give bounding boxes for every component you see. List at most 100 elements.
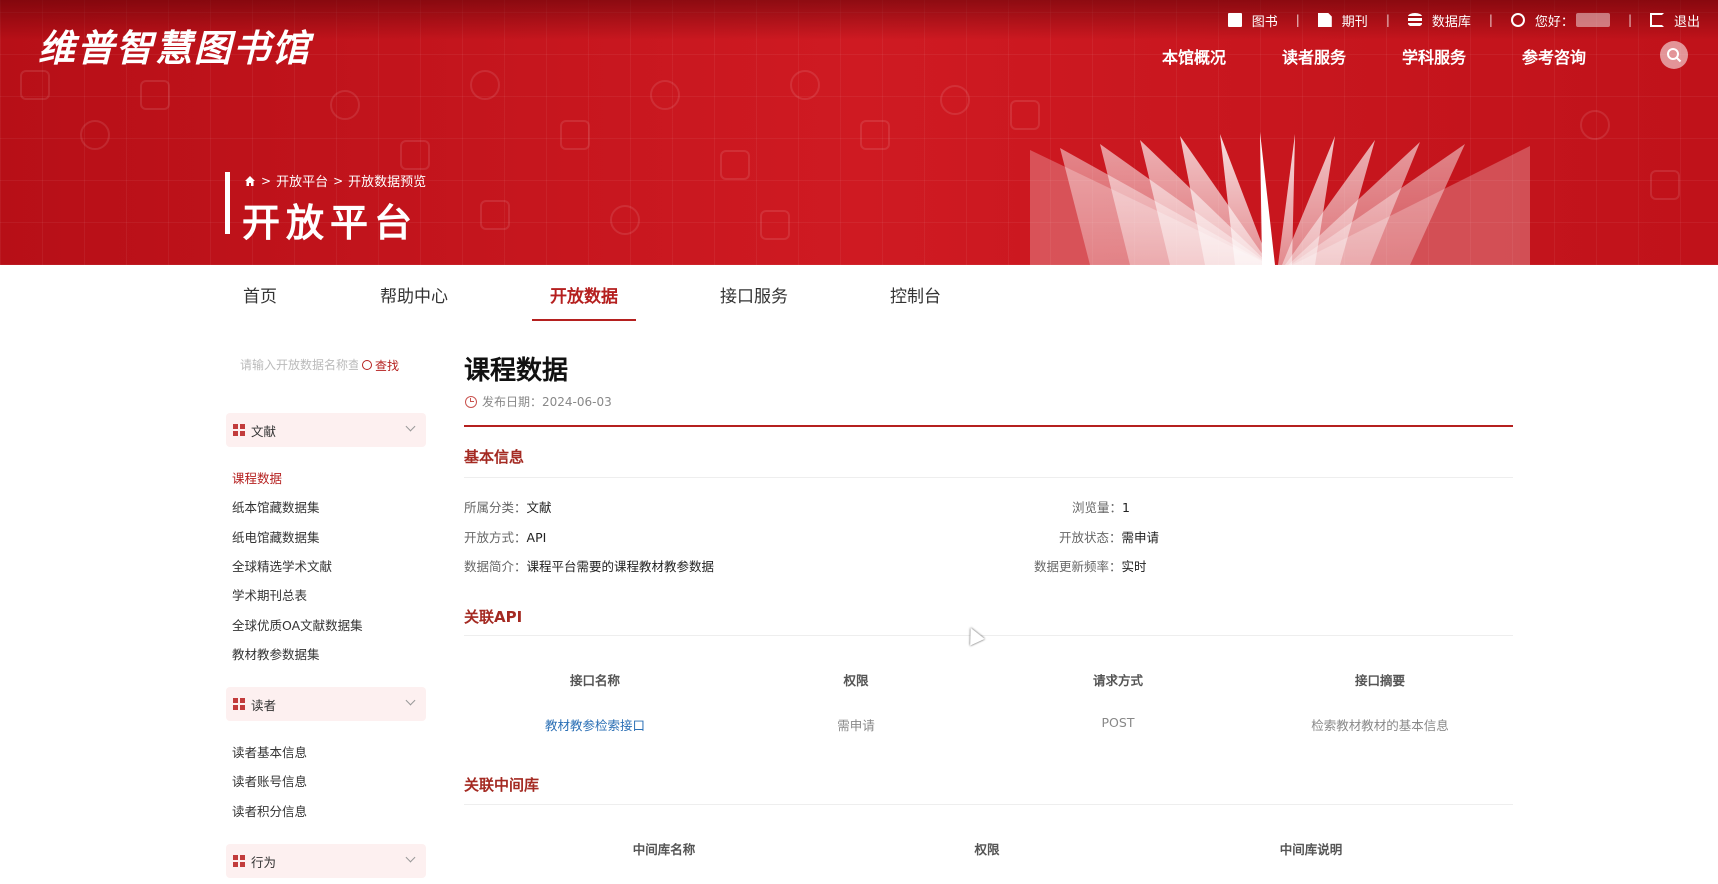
logout-label: 退出 [1673, 14, 1700, 30]
middleware-column-permission: 权限 [974, 842, 1000, 857]
sidebar-item-print-electronic-holdings[interactable]: 纸电馆藏数据集 [232, 527, 320, 546]
nav-reader-services[interactable]: 读者服务 [1282, 44, 1346, 68]
breadcrumb-open-platform[interactable]: 开放平台 [276, 171, 328, 190]
grid-icon [233, 698, 245, 710]
header-banner: 维普智慧图书馆 图书 | 期刊 | 数据库 | 您好： | 退出 本馆概况 读者… [0, 0, 1718, 265]
sidebar-item-reader-points[interactable]: 读者积分信息 [232, 801, 307, 820]
pattern-tile [330, 90, 360, 120]
tab-help-center[interactable]: 帮助中心 [380, 282, 448, 307]
field-value: 1 [1122, 500, 1130, 515]
pattern-tile [560, 120, 590, 150]
category-readers[interactable]: 读者 [226, 687, 426, 721]
journal-icon [1317, 13, 1332, 27]
sidebar-item-textbook-dataset[interactable]: 教材教参数据集 [232, 644, 320, 663]
divider: | [1488, 13, 1493, 27]
chevron-right-icon: > [261, 173, 272, 188]
field-label: 开放状态： [1059, 530, 1122, 545]
tab-open-data[interactable]: 开放数据 [550, 282, 618, 307]
section-divider [464, 804, 1513, 805]
pattern-tile [860, 120, 890, 150]
grid-icon [233, 424, 245, 436]
topbar-journals-label: 期刊 [1341, 14, 1368, 30]
category-behavior[interactable]: 行为 [226, 844, 426, 878]
sidebar-item-oa-dataset[interactable]: 全球优质OA文献数据集 [232, 615, 363, 634]
publish-date-value: 2024-06-03 [542, 394, 612, 409]
chevron-right-icon: > [333, 173, 344, 188]
topbar-user[interactable]: 您好： [1510, 11, 1610, 30]
field-update-frequency: 数据更新频率：实时 [1034, 556, 1147, 575]
pattern-tile [1010, 100, 1040, 130]
tab-home[interactable]: 首页 [243, 282, 277, 307]
greeting-label: 您好： [1534, 14, 1574, 30]
database-icon [1407, 13, 1422, 27]
api-column-method: 请求方式 [1092, 673, 1144, 688]
dataset-search-button[interactable]: 查找 [362, 357, 399, 374]
tab-api-services[interactable]: 接口服务 [720, 282, 788, 307]
category-label: 行为 [251, 854, 277, 870]
active-tab-indicator [532, 319, 636, 321]
sidebar-item-reader-basic[interactable]: 读者基本信息 [232, 742, 307, 761]
sidebar-item-print-holdings[interactable]: 纸本馆藏数据集 [232, 497, 320, 516]
sub-navigation: 首页 帮助中心 开放数据 接口服务 控制台 [0, 265, 1718, 323]
pattern-tile [140, 80, 170, 110]
section-title-related-api: 关联API [464, 608, 523, 626]
home-icon[interactable] [244, 175, 256, 187]
search-button-label: 查找 [375, 358, 400, 373]
clock-icon [465, 395, 477, 408]
pattern-tile [650, 80, 680, 110]
api-method: POST [1101, 715, 1135, 730]
heading-accent-bar [225, 172, 230, 234]
field-label: 开放方式： [464, 530, 527, 545]
global-search-button[interactable] [1660, 41, 1688, 69]
field-value: 需申请 [1121, 530, 1160, 545]
pattern-tile [400, 140, 430, 170]
book-icon [1227, 13, 1242, 27]
topbar-journals[interactable]: 期刊 [1317, 11, 1368, 30]
category-literature[interactable]: 文献 [226, 413, 426, 447]
nav-reference-consulting[interactable]: 参考咨询 [1522, 44, 1586, 68]
breadcrumb-current: 开放数据预览 [348, 175, 427, 190]
section-divider [464, 635, 1513, 636]
section-title-basic-info: 基本信息 [464, 448, 525, 466]
api-name-link[interactable]: 教材教参检索接口 [545, 715, 645, 734]
field-open-status: 开放状态：需申请 [1059, 527, 1159, 546]
field-category: 所属分类：文献 [464, 497, 552, 516]
sidebar-item-journal-list[interactable]: 学术期刊总表 [232, 585, 307, 604]
pattern-tile [720, 150, 750, 180]
mouse-cursor [963, 624, 985, 646]
user-icon [1510, 13, 1525, 27]
dataset-search-input[interactable] [226, 358, 358, 372]
divider: | [1385, 13, 1390, 27]
logout-icon [1649, 13, 1664, 27]
logout-button[interactable]: 退出 [1649, 11, 1700, 30]
field-value: 文献 [526, 500, 552, 515]
topbar-databases[interactable]: 数据库 [1407, 11, 1471, 30]
pattern-tile [20, 70, 50, 100]
pattern-tile [480, 200, 510, 230]
category-label: 文献 [251, 423, 277, 439]
category-label: 读者 [251, 697, 277, 713]
nav-subject-services[interactable]: 学科服务 [1402, 44, 1466, 68]
topbar-books[interactable]: 图书 [1227, 11, 1278, 30]
title-divider [464, 425, 1513, 427]
api-column-summary: 接口摘要 [1354, 673, 1406, 688]
field-label: 数据简介： [464, 559, 527, 574]
field-value: 课程平台需要的课程教材教参数据 [526, 559, 715, 574]
main-navigation: 本馆概况 读者服务 学科服务 参考咨询 [1106, 44, 1586, 68]
pattern-tile [1580, 110, 1610, 140]
field-open-mode: 开放方式：API [464, 527, 546, 546]
pattern-tile [1650, 170, 1680, 200]
publish-date-label: 发布日期： [482, 395, 543, 409]
tab-console[interactable]: 控制台 [890, 282, 941, 307]
open-book-illustration [1030, 132, 1530, 265]
sidebar-item-course-data[interactable]: 课程数据 [232, 468, 282, 487]
site-logo[interactable]: 维普智慧图书馆 [38, 18, 311, 72]
search-icon [1667, 48, 1682, 63]
field-label: 数据更新频率： [1034, 559, 1122, 574]
nav-library-overview[interactable]: 本馆概况 [1162, 44, 1226, 68]
sidebar-item-global-literature[interactable]: 全球精选学术文献 [232, 556, 332, 575]
sidebar-item-reader-account[interactable]: 读者账号信息 [232, 771, 307, 790]
pattern-tile [790, 70, 820, 100]
pattern-tile [470, 70, 500, 100]
topbar-books-label: 图书 [1251, 14, 1278, 30]
